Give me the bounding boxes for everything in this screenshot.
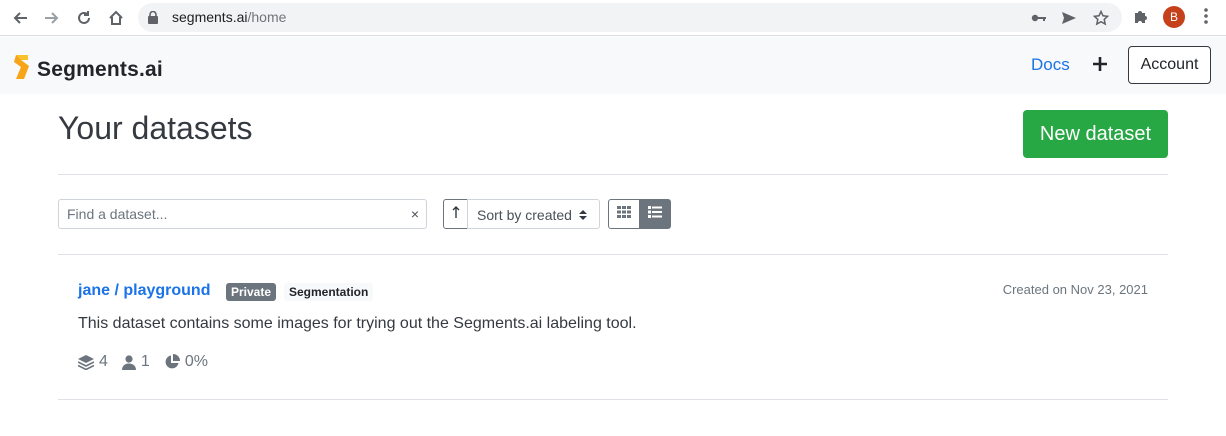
created-date: Created on Nov 23, 2021 [1002,282,1148,297]
reload-icon[interactable] [72,6,96,30]
avatar[interactable]: B [1163,6,1185,28]
docs-link[interactable]: Docs [1031,55,1070,75]
address-bar[interactable]: segments.ai/home [138,3,1122,32]
grid-view-button[interactable] [608,199,640,229]
progress-percent: 0% [184,353,208,370]
caret-updown-icon [579,208,587,224]
sort-selected-value: Sort by created [477,207,572,223]
url-text: segments.ai/home [172,9,287,25]
puzzle-icon[interactable] [1131,6,1151,26]
visibility-badge: Private [226,283,277,301]
stat-collaborators: 1 [121,353,150,371]
list-view-button[interactable] [639,199,671,229]
send-icon[interactable] [1060,9,1078,27]
grid-icon [617,205,631,223]
page-title: Your datasets [58,110,253,146]
kebab-icon[interactable] [1196,6,1216,26]
brand-name: Segments.ai [37,57,163,81]
back-icon[interactable] [8,6,32,30]
pie-icon [165,354,180,369]
star-icon[interactable] [1092,9,1110,27]
logo-icon [13,53,31,86]
avatar-initial: B [1169,10,1178,24]
key-icon[interactable] [1030,9,1048,27]
sort-select[interactable]: Sort by created [467,199,600,229]
stat-progress: 0% [164,353,208,371]
app-navbar: Segments.ai Docs Account [0,37,1226,94]
clear-icon[interactable]: × [411,206,419,222]
search-input[interactable] [59,200,399,228]
user-icon [121,354,136,370]
dataset-description: This dataset contains some images for tr… [78,315,637,332]
sort-arrow-icon [452,205,460,224]
lock-icon [148,10,158,29]
search-field[interactable]: × [58,199,427,229]
stat-samples: 4 [78,353,108,371]
dataset-name-link[interactable]: jane / playground [78,282,210,300]
task-type-badge: Segmentation [284,283,374,301]
brand-link[interactable]: Segments.ai [13,53,163,86]
plus-icon[interactable] [1090,54,1110,74]
forward-icon[interactable] [40,6,64,30]
collaborators-count: 1 [140,353,150,370]
divider [58,254,1168,255]
list-icon [648,205,662,223]
dataset-stats: 4 1 0% [78,353,222,371]
samples-count: 4 [99,353,108,370]
layers-icon [78,354,94,370]
account-button[interactable]: Account [1128,46,1211,84]
divider [58,174,1168,175]
new-dataset-button[interactable]: New dataset [1023,110,1168,158]
browser-toolbar: segments.ai/home B [0,0,1226,36]
home-icon[interactable] [104,6,128,30]
sort-direction-button[interactable] [443,199,468,229]
divider [58,399,1168,400]
